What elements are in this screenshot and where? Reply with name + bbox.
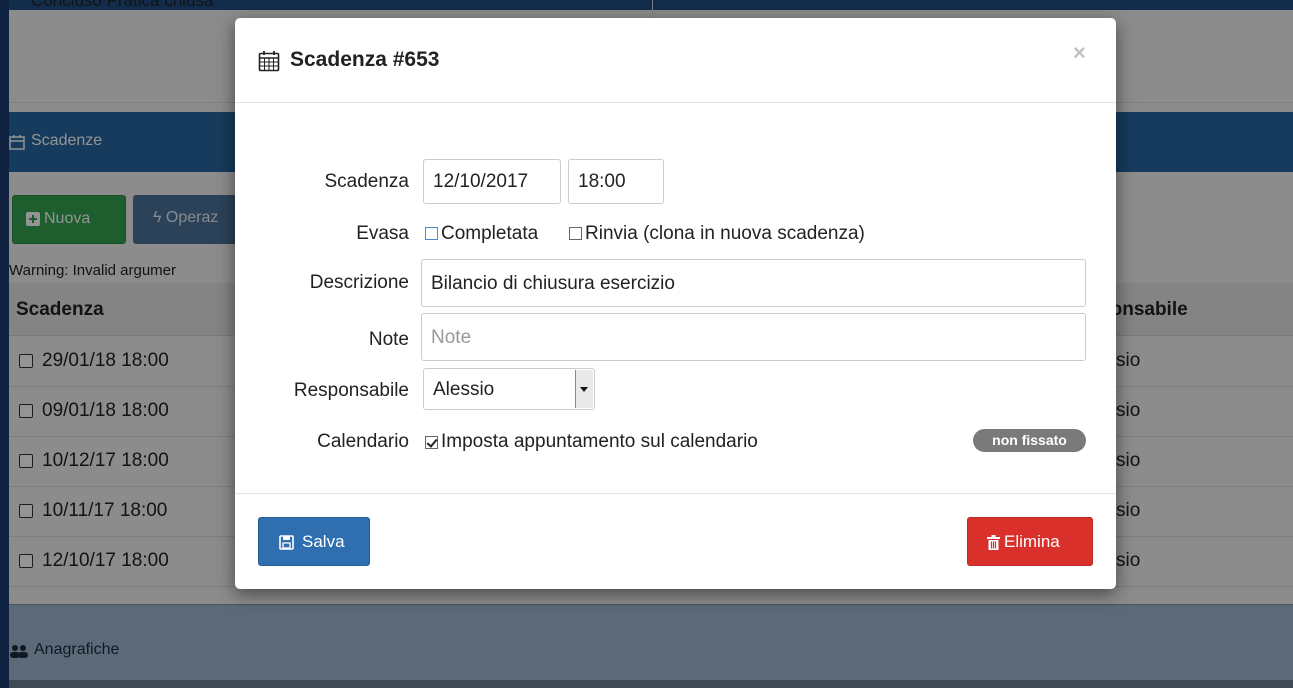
trash-icon: [987, 535, 1000, 550]
calendario-label: Calendario: [317, 431, 409, 452]
responsabile-label: Responsabile: [293, 380, 409, 401]
status-badge: non fissato: [973, 429, 1086, 452]
rinvia-label: Rinvia (clona in nuova scadenza): [585, 223, 865, 244]
modal-footer-divider: [235, 493, 1116, 494]
completata-checkbox[interactable]: [425, 227, 438, 240]
time-input[interactable]: 18:00: [568, 159, 664, 204]
close-icon[interactable]: ×: [1073, 42, 1086, 64]
date-input-value: 12/10/2017: [433, 171, 529, 192]
scadenza-label: Scadenza: [324, 171, 409, 192]
evasa-label: Evasa: [356, 223, 409, 244]
completata-label: Completata: [441, 223, 539, 244]
note-label: Note: [368, 329, 409, 350]
save-button[interactable]: Salva: [258, 517, 370, 566]
note-input[interactable]: Note: [421, 313, 1086, 361]
calendario-checkbox[interactable]: [425, 436, 438, 449]
descrizione-label: Descrizione: [309, 272, 409, 293]
modal-title: Scadenza #653: [290, 48, 440, 71]
calendar-icon: [258, 51, 280, 72]
responsabile-select[interactable]: Alessio: [423, 368, 595, 410]
delete-button-label: Elimina: [1004, 532, 1060, 551]
descrizione-input-value: Bilancio di chiusura esercizio: [431, 273, 675, 294]
rinvia-checkbox[interactable]: [569, 227, 582, 240]
modal-header: Scadenza #653 ×: [235, 18, 1116, 103]
time-input-value: 18:00: [578, 171, 626, 192]
save-icon: [279, 535, 294, 550]
calendario-checkbox-label: Imposta appuntamento sul calendario: [441, 431, 758, 452]
date-input[interactable]: 12/10/2017: [423, 159, 561, 204]
descrizione-input[interactable]: Bilancio di chiusura esercizio: [421, 259, 1086, 307]
responsabile-select-value: Alessio: [433, 379, 495, 400]
chevron-down-icon[interactable]: [575, 370, 593, 408]
scadenza-modal: Scadenza #653 × Scadenza 12/10/2017 18:0…: [235, 18, 1116, 589]
save-button-label: Salva: [302, 532, 345, 551]
note-input-placeholder: Note: [431, 327, 472, 348]
delete-button[interactable]: Elimina: [967, 517, 1093, 566]
